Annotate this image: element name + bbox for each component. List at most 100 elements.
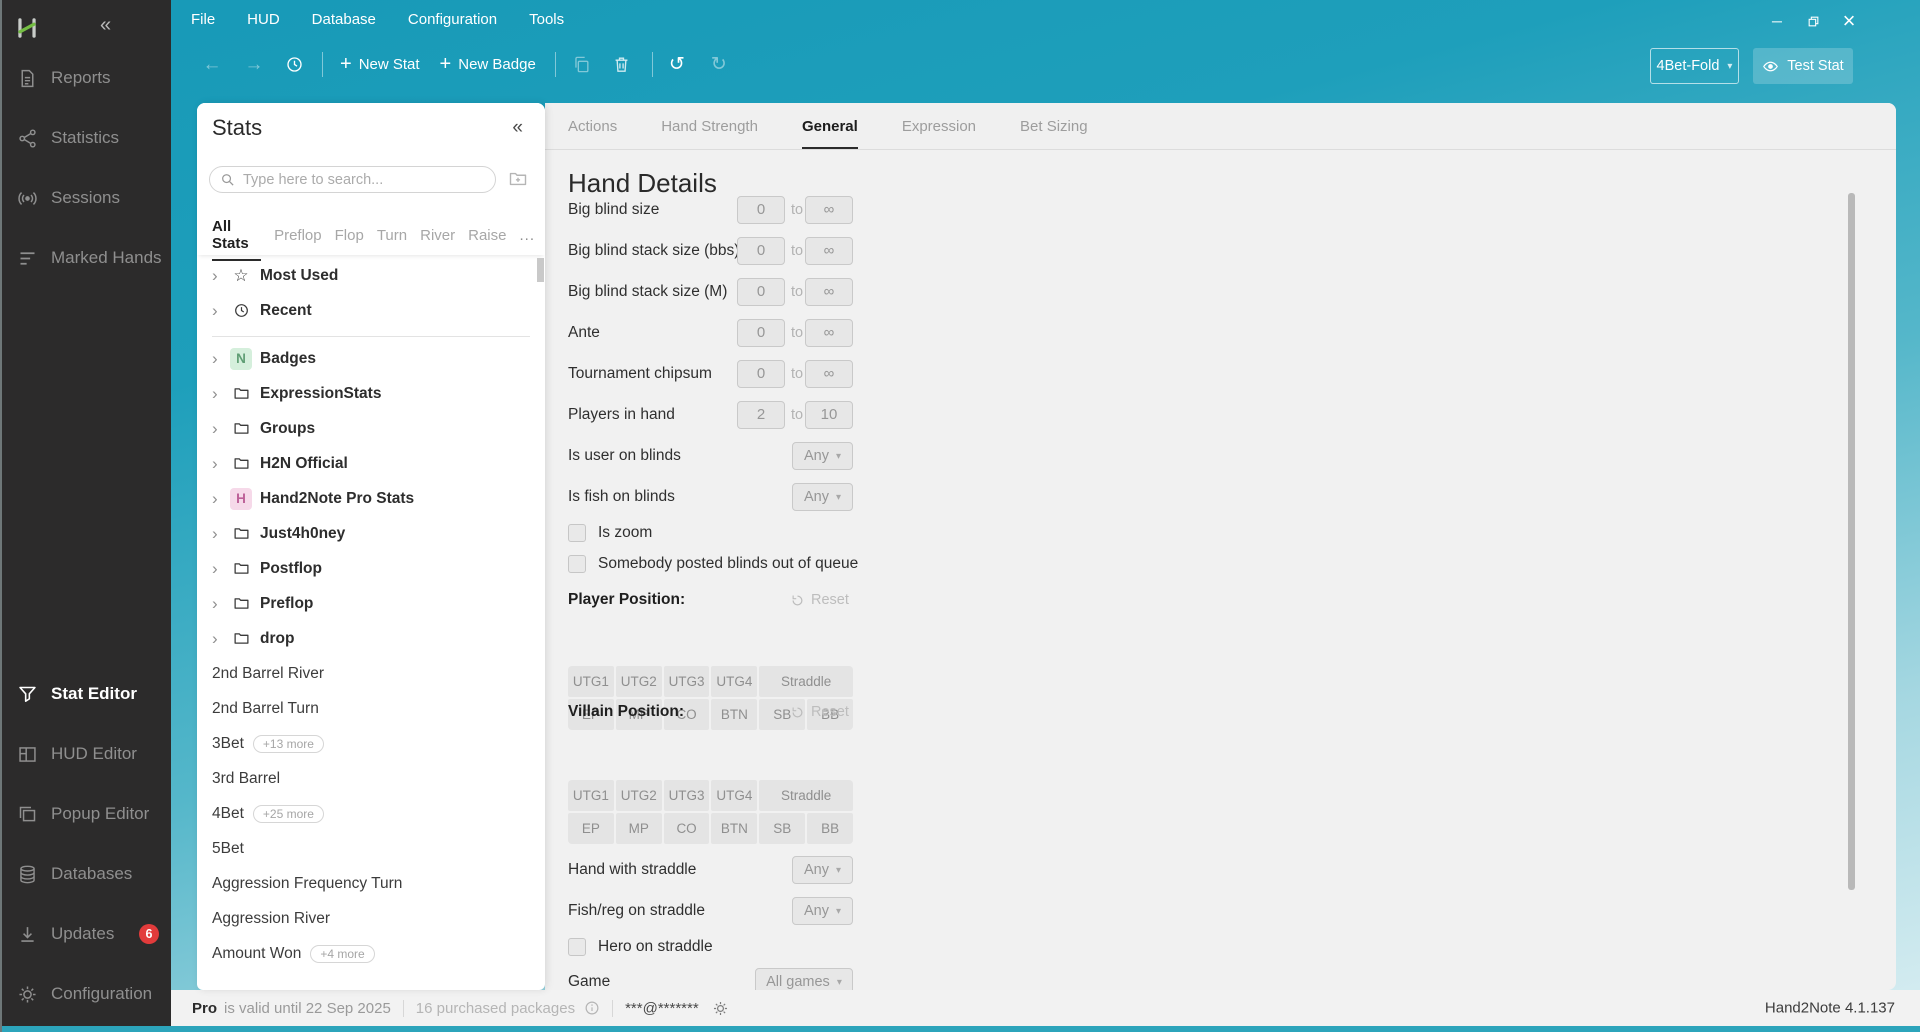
position-button-ep[interactable]: EP xyxy=(568,813,614,844)
tree-group-drop[interactable]: › drop xyxy=(197,621,545,656)
any-dropdown[interactable]: Any ▾ xyxy=(792,856,853,884)
menu-hud[interactable]: HUD xyxy=(231,11,296,28)
tab-preflop[interactable]: Preflop xyxy=(274,227,322,244)
sidebar-item-configuration[interactable]: Configuration xyxy=(0,974,171,1014)
blinds-out-of-queue-checkbox[interactable] xyxy=(568,555,586,573)
current-stat-dropdown[interactable]: 4Bet-Fold ▾ xyxy=(1650,48,1739,84)
any-dropdown[interactable]: Any ▾ xyxy=(792,483,853,511)
back-button[interactable]: ← xyxy=(200,55,224,74)
window-minimize-button[interactable]: ─ xyxy=(1765,8,1789,34)
tab-raise[interactable]: Raise xyxy=(468,227,506,244)
hero-on-straddle-checkbox[interactable] xyxy=(568,938,586,956)
test-stat-button[interactable]: Test Stat xyxy=(1753,48,1853,84)
stat-item[interactable]: 3rd Barrel xyxy=(197,761,545,796)
range-to-input[interactable]: ∞ xyxy=(805,360,853,388)
stat-item[interactable]: 3Bet +13 more xyxy=(197,726,545,761)
new-stat-button[interactable]: + New Stat xyxy=(340,54,420,74)
tab-turn[interactable]: Turn xyxy=(377,227,407,244)
range-to-input[interactable]: ∞ xyxy=(805,196,853,224)
range-to-input[interactable]: ∞ xyxy=(805,237,853,265)
redo-button[interactable]: ↻ xyxy=(707,55,731,74)
tree-group-expressionstats[interactable]: › ExpressionStats xyxy=(197,376,545,411)
stat-item[interactable]: 2nd Barrel River xyxy=(197,656,545,691)
forward-button[interactable]: → xyxy=(242,55,266,74)
range-from-input[interactable]: 0 xyxy=(737,278,785,306)
search-input[interactable] xyxy=(209,166,496,193)
range-from-input[interactable]: 0 xyxy=(737,319,785,347)
stat-item[interactable]: Aggression River xyxy=(197,901,545,936)
position-button-co[interactable]: CO xyxy=(664,813,710,844)
window-restore-button[interactable] xyxy=(1801,8,1825,34)
stats-panel-collapse-button[interactable]: « xyxy=(512,117,523,139)
tree-group-hand2note-pro-stats[interactable]: › H Hand2Note Pro Stats xyxy=(197,481,545,516)
tree-group-groups[interactable]: › Groups xyxy=(197,411,545,446)
delete-button[interactable] xyxy=(610,55,634,74)
sidebar-item-databases[interactable]: Databases xyxy=(0,854,171,894)
range-from-input[interactable]: 0 xyxy=(737,360,785,388)
range-to-input[interactable]: 10 xyxy=(805,401,853,429)
sidebar-item-updates[interactable]: Updates 6 xyxy=(0,914,171,954)
position-button-utg4[interactable]: UTG4 xyxy=(711,780,757,811)
position-button-utg1[interactable]: UTG1 xyxy=(568,780,614,811)
range-from-input[interactable]: 0 xyxy=(737,237,785,265)
position-button-btn[interactable]: BTN xyxy=(711,813,757,844)
villain-position-reset-button[interactable]: Reset xyxy=(790,704,849,720)
info-icon[interactable] xyxy=(584,1000,600,1016)
menu-database[interactable]: Database xyxy=(296,11,392,28)
sidebar-item-statistics[interactable]: Statistics xyxy=(0,118,171,158)
tree-group-just4h0ney[interactable]: › Just4h0ney xyxy=(197,516,545,551)
sidebar-item-hud-editor[interactable]: HUD Editor xyxy=(0,734,171,774)
range-to-input[interactable]: ∞ xyxy=(805,278,853,306)
stat-item[interactable]: Amount Won +4 more xyxy=(197,936,545,971)
stat-item[interactable]: 4Bet +25 more xyxy=(197,796,545,831)
position-button-utg3[interactable]: UTG3 xyxy=(664,780,710,811)
sidebar-collapse-button[interactable]: « xyxy=(100,14,111,37)
any-dropdown[interactable]: Any ▾ xyxy=(792,897,853,925)
position-button-bb[interactable]: BB xyxy=(807,813,853,844)
position-button-utg2[interactable]: UTG2 xyxy=(616,666,662,697)
sidebar-item-sessions[interactable]: Sessions xyxy=(0,178,171,218)
player-position-reset-button[interactable]: Reset xyxy=(790,592,849,608)
position-button-straddle[interactable]: Straddle xyxy=(759,780,853,811)
position-button-utg2[interactable]: UTG2 xyxy=(616,780,662,811)
tab-expression[interactable]: Expression xyxy=(902,118,976,135)
tab-flop[interactable]: Flop xyxy=(335,227,364,244)
new-badge-button[interactable]: + New Badge xyxy=(440,54,536,74)
tab-river[interactable]: River xyxy=(420,227,455,244)
any-dropdown[interactable]: Any ▾ xyxy=(792,442,853,470)
menu-configuration[interactable]: Configuration xyxy=(392,11,513,28)
content-scrollbar-thumb[interactable] xyxy=(1848,193,1855,890)
menu-tools[interactable]: Tools xyxy=(513,11,580,28)
range-from-input[interactable]: 2 xyxy=(737,401,785,429)
tree-group-h2n-official[interactable]: › H2N Official xyxy=(197,446,545,481)
tree-group-postflop[interactable]: › Postflop xyxy=(197,551,545,586)
is-zoom-checkbox[interactable] xyxy=(568,524,586,542)
position-button-straddle[interactable]: Straddle xyxy=(759,666,853,697)
range-from-input[interactable]: 0 xyxy=(737,196,785,224)
tab-all-stats[interactable]: All Stats xyxy=(212,218,261,252)
stats-list-scrollbar-thumb[interactable] xyxy=(537,258,544,282)
position-button-utg1[interactable]: UTG1 xyxy=(568,666,614,697)
tab-bet-sizing[interactable]: Bet Sizing xyxy=(1020,118,1088,135)
tree-group-most-used[interactable]: › ☆ Most Used xyxy=(197,258,545,293)
sidebar-item-stat-editor[interactable]: Stat Editor xyxy=(0,674,171,714)
stat-item[interactable]: 5Bet xyxy=(197,831,545,866)
tree-group-badges[interactable]: › N Badges xyxy=(197,341,545,376)
sidebar-item-reports[interactable]: Reports xyxy=(0,58,171,98)
tab-actions[interactable]: Actions xyxy=(568,118,617,135)
sidebar-item-popup-editor[interactable]: Popup Editor xyxy=(0,794,171,834)
position-button-sb[interactable]: SB xyxy=(759,813,805,844)
account-settings-gear-icon[interactable] xyxy=(712,1000,729,1017)
tree-group-recent[interactable]: › Recent xyxy=(197,293,545,328)
tabs-overflow-button[interactable]: ... xyxy=(519,227,535,244)
stat-item[interactable]: 2nd Barrel Turn xyxy=(197,691,545,726)
menu-file[interactable]: File xyxy=(175,11,231,28)
undo-button[interactable]: ↺ xyxy=(665,55,689,74)
stat-item[interactable]: Aggression Frequency Turn xyxy=(197,866,545,901)
new-folder-icon[interactable] xyxy=(508,169,528,189)
tab-hand-strength[interactable]: Hand Strength xyxy=(661,118,758,135)
window-close-button[interactable]: × xyxy=(1837,8,1861,34)
position-button-utg3[interactable]: UTG3 xyxy=(664,666,710,697)
range-to-input[interactable]: ∞ xyxy=(805,319,853,347)
tree-group-preflop[interactable]: › Preflop xyxy=(197,586,545,621)
